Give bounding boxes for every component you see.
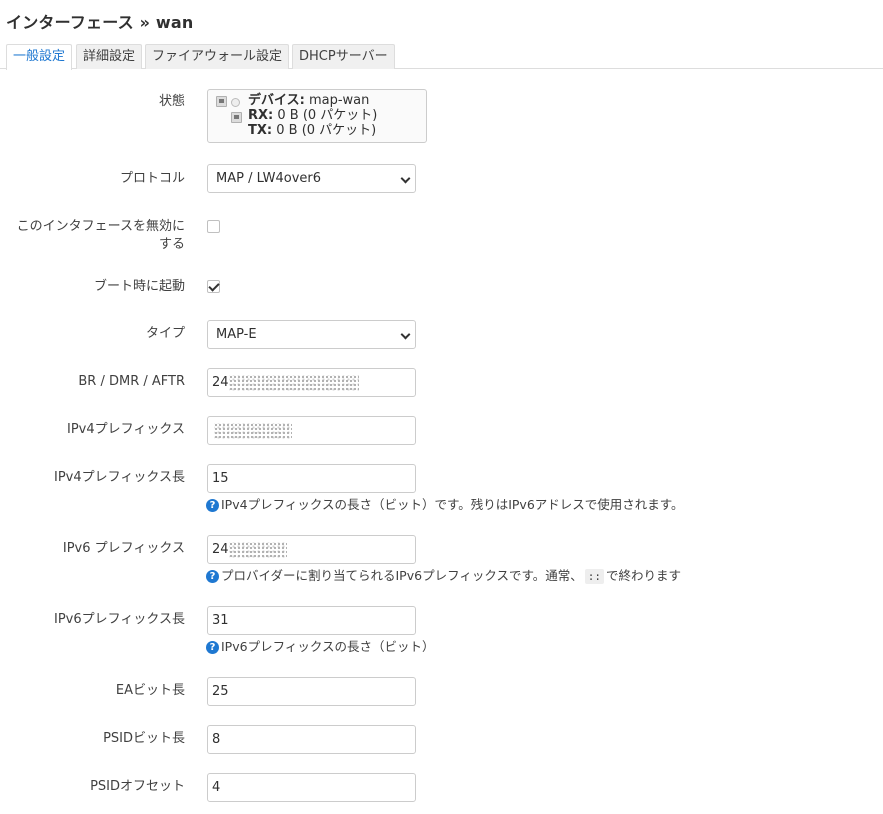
ea-len-value: 25	[212, 684, 229, 699]
disable-label: このインタフェースを無効にする	[16, 219, 185, 252]
tx-value: 0 B (0 パケット)	[276, 123, 377, 138]
help-icon: ?	[206, 641, 219, 654]
ipv6-prefix-input[interactable]: 24	[207, 535, 416, 564]
status-rx: RX: 0 B (0 パケット)	[248, 108, 377, 123]
psid-len-value: 8	[212, 732, 221, 747]
ipv6-prefix-value: 24	[212, 542, 229, 557]
help-icon: ?	[206, 499, 219, 512]
br-label: BR / DMR / AFTR	[78, 374, 185, 389]
chevron-down-icon	[400, 329, 411, 340]
psid-len-label: PSIDビット長	[103, 731, 185, 746]
protocol-value: MAP / LW4over6	[216, 171, 322, 186]
network-device-icon	[216, 96, 227, 107]
ipv4-prefix-len-value: 15	[212, 471, 229, 486]
boot-checkbox[interactable]	[207, 280, 220, 293]
protocol-label: プロトコル	[119, 171, 185, 186]
redacted-value	[228, 374, 359, 391]
device-key: デバイス:	[248, 93, 305, 108]
ipv6-prefix-label: IPv6 プレフィックス	[62, 541, 185, 556]
help-text: IPv6プレフィックスの長さ（ビット）	[221, 639, 435, 654]
tab-advanced[interactable]: 詳細設定	[76, 44, 143, 69]
help-text: IPv4プレフィックスの長さ（ビット）です。残りはIPv6アドレスで使用されます…	[221, 497, 684, 512]
ipv4-prefix-len-input[interactable]: 15	[207, 464, 416, 493]
chevron-down-icon	[400, 173, 411, 184]
br-input[interactable]: 24	[207, 368, 416, 397]
protocol-select[interactable]: MAP / LW4over6	[207, 164, 416, 193]
rx-value: 0 B (0 パケット)	[277, 108, 378, 123]
tab-dhcp[interactable]: DHCPサーバー	[292, 44, 395, 69]
help-icon: ?	[206, 570, 219, 583]
ipv4-prefix-len-label: IPv4プレフィックス長	[54, 470, 185, 485]
psid-offset-label: PSIDオフセット	[90, 779, 185, 794]
type-label: タイプ	[145, 326, 185, 341]
type-select[interactable]: MAP-E	[207, 320, 416, 349]
status-tx: TX: 0 B (0 パケット)	[248, 123, 376, 138]
help-text-after: で終わります	[605, 568, 681, 583]
psid-offset-input[interactable]: 4	[207, 773, 416, 802]
ea-len-label: EAビット長	[115, 683, 185, 698]
type-value: MAP-E	[216, 327, 257, 342]
ipv6-prefix-len-help: ? IPv6プレフィックスの長さ（ビット）	[206, 639, 434, 655]
device-value: map-wan	[308, 93, 370, 108]
tab-general[interactable]: 一般設定	[6, 44, 73, 70]
ipv6-prefix-len-label: IPv6プレフィックス長	[54, 612, 185, 627]
ipv6-prefix-len-input[interactable]: 31	[207, 606, 416, 635]
status-box: デバイス: map-wan RX: 0 B (0 パケット) TX: 0 B (…	[207, 89, 427, 143]
redacted-value	[214, 422, 292, 439]
rx-key: RX:	[248, 108, 274, 123]
status-label: 状態	[158, 94, 185, 109]
link-icon	[231, 98, 240, 107]
port-icon	[231, 112, 242, 123]
ea-len-input[interactable]: 25	[207, 677, 416, 706]
boot-label: ブート時に起動	[93, 279, 185, 294]
tab-firewall[interactable]: ファイアウォール設定	[145, 44, 290, 69]
ipv6-prefix-len-value: 31	[212, 613, 229, 628]
ipv4-prefix-len-help: ? IPv4プレフィックスの長さ（ビット）です。残りはIPv6アドレスで使用されま…	[206, 497, 684, 513]
redacted-value	[228, 541, 287, 558]
disable-checkbox[interactable]	[207, 220, 220, 233]
status-device: デバイス: map-wan	[248, 93, 369, 108]
psid-len-input[interactable]: 8	[207, 725, 416, 754]
tab-bar: 一般設定 詳細設定 ファイアウォール設定 DHCPサーバー	[0, 44, 883, 70]
help-text-before: プロバイダーに割り当てられるIPv6プレフィックスです。通常、	[221, 568, 583, 583]
page-title: インターフェース » wan	[6, 13, 194, 32]
ipv4-prefix-label: IPv4プレフィックス	[67, 422, 185, 437]
ipv6-prefix-help: ? プロバイダーに割り当てられるIPv6プレフィックスです。通常、:: で終わります	[206, 568, 681, 585]
ipv4-prefix-input[interactable]	[207, 416, 416, 445]
psid-offset-value: 4	[212, 780, 221, 795]
help-code: ::	[584, 569, 604, 584]
br-value: 24	[212, 375, 229, 390]
tx-key: TX:	[248, 123, 273, 138]
